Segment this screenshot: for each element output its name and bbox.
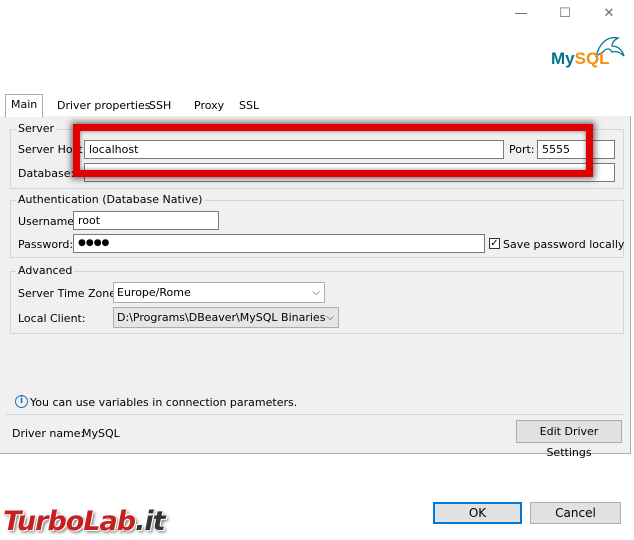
local-client-select[interactable]: D:\Programs\DBeaver\MySQL Binaries ⌵ [113, 307, 339, 328]
tab-proxy[interactable]: Proxy [192, 97, 226, 115]
tab-strip: Main Driver properties SSH Proxy SSL [0, 93, 630, 117]
logo-text: MySQL [551, 49, 610, 68]
maximize-button[interactable]: ☐ [552, 4, 578, 24]
variables-info-text: You can use variables in connection para… [30, 396, 298, 409]
highlight-annotation [73, 124, 593, 177]
edit-driver-settings-button[interactable]: Edit Driver Settings [516, 420, 622, 459]
database-label: Database: [18, 167, 75, 180]
chevron-down-icon: ⌵ [326, 312, 334, 323]
tab-main[interactable]: Main [5, 94, 44, 117]
driver-name-value: MySQL [82, 427, 120, 440]
auth-group-label: Authentication (Database Native) [16, 193, 205, 206]
password-label: Password: [18, 238, 74, 251]
close-button[interactable]: ✕ [596, 4, 622, 24]
timezone-value: Europe/Rome [117, 286, 191, 299]
save-password-checkbox[interactable]: ✓ [489, 238, 500, 249]
mysql-logo: MySQL [548, 32, 628, 74]
ok-button[interactable]: OK [433, 502, 522, 524]
tab-driver-properties[interactable]: Driver properties [55, 97, 152, 115]
turbolab-watermark: TurboLab.it [3, 506, 166, 537]
chevron-down-icon: ⌵ [312, 287, 320, 298]
local-client-value: D:\Programs\DBeaver\MySQL Binaries [117, 311, 326, 324]
local-client-label: Local Client: [18, 312, 86, 325]
username-input[interactable]: root [73, 211, 219, 230]
save-password-label: Save password locally [503, 238, 625, 251]
tab-ssh[interactable]: SSH [147, 97, 173, 115]
password-input[interactable]: ●●●● [73, 234, 485, 253]
timezone-label: Server Time Zone: [18, 287, 120, 300]
tab-ssl[interactable]: SSL [237, 97, 261, 115]
server-group-label: Server [16, 122, 57, 135]
driver-separator [6, 414, 624, 415]
cancel-button[interactable]: Cancel [530, 502, 621, 524]
timezone-select[interactable]: Europe/Rome ⌵ [113, 282, 325, 303]
minimize-button[interactable]: — [508, 4, 534, 24]
username-label: Username: [18, 215, 78, 228]
advanced-group-label: Advanced [16, 264, 75, 277]
info-icon: i [15, 395, 28, 408]
driver-name-label: Driver name: [12, 427, 85, 440]
